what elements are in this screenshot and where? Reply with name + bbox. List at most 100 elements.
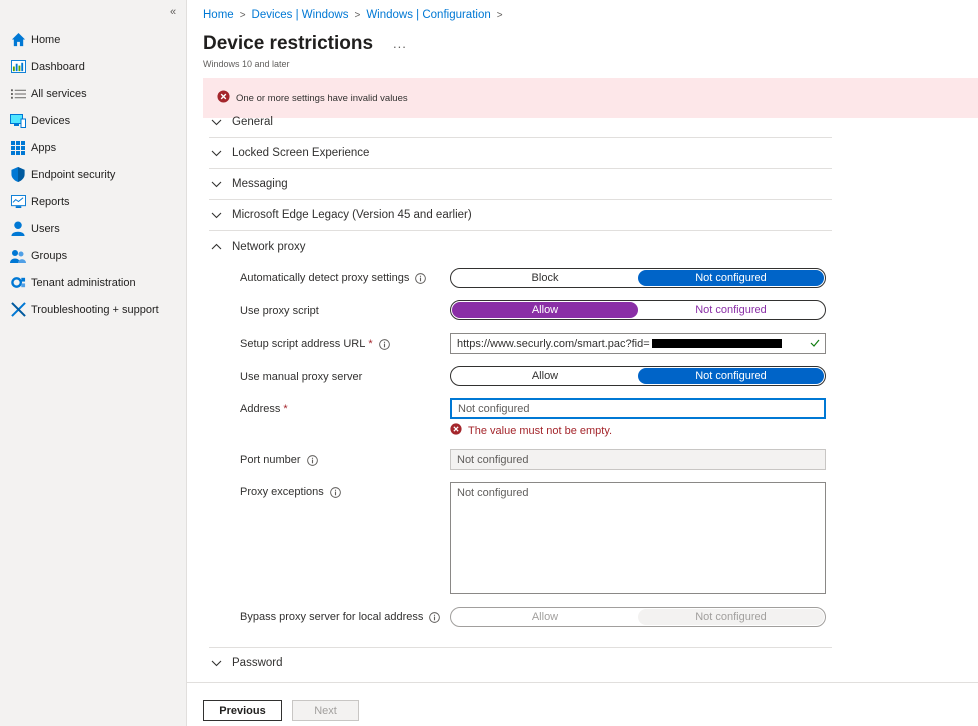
chevron-up-icon [209, 243, 223, 250]
sidebar-item-dashboard[interactable]: Dashboard [0, 53, 187, 80]
page-subtitle: Windows 10 and later [203, 59, 290, 69]
section-label: Microsoft Edge Legacy (Version 45 and ea… [232, 209, 472, 221]
sidebar-item-devices[interactable]: Devices [0, 107, 187, 134]
use-proxy-script-toggle[interactable]: Allow Not configured [450, 300, 826, 320]
section-general[interactable]: General [209, 107, 832, 138]
sidebar-nav: Home Dashboard All services Devices Apps [0, 26, 187, 323]
sidebar-item-tenant-administration[interactable]: Tenant administration [0, 269, 187, 296]
manual-proxy-allow-option[interactable]: Allow [452, 368, 638, 384]
auto-detect-block-option[interactable]: Block [452, 270, 638, 286]
breadcrumb-windows-configuration[interactable]: Windows | Configuration [366, 9, 490, 21]
auto-detect-toggle[interactable]: Block Not configured [450, 268, 826, 288]
wrench-icon [10, 302, 26, 318]
section-locked-screen[interactable]: Locked Screen Experience [209, 138, 832, 169]
previous-button[interactable]: Previous [203, 700, 282, 721]
exceptions-label-text: Proxy exceptions [240, 486, 324, 498]
sidebar-item-home[interactable]: Home [0, 26, 187, 53]
section-messaging[interactable]: Messaging [209, 169, 832, 200]
script-url-label: Setup script address URL * [240, 334, 390, 354]
exceptions-textarea[interactable]: Not configured [450, 482, 826, 594]
section-label: Messaging [232, 178, 288, 190]
apps-icon [10, 140, 26, 156]
port-input[interactable]: Not configured [450, 449, 826, 470]
exceptions-placeholder: Not configured [457, 487, 529, 499]
info-icon[interactable] [378, 338, 390, 350]
more-options-button[interactable]: ... [393, 36, 407, 51]
script-url-label-text: Setup script address URL [240, 338, 366, 350]
auto-detect-not-configured-option[interactable]: Not configured [638, 270, 824, 286]
sidebar-item-users[interactable]: Users [0, 215, 187, 242]
info-icon[interactable] [429, 611, 441, 623]
manual-proxy-label-text: Use manual proxy server [240, 371, 363, 383]
section-password[interactable]: Password [209, 647, 832, 678]
tenant-icon [10, 275, 26, 291]
chevron-down-icon [209, 212, 223, 219]
next-button[interactable]: Next [292, 700, 359, 721]
user-icon [10, 221, 26, 237]
use-proxy-script-allow-option[interactable]: Allow [452, 302, 638, 318]
checkmark-icon [810, 338, 820, 350]
sidebar-item-label: Devices [31, 114, 71, 127]
section-network-proxy[interactable]: Network proxy [209, 231, 832, 262]
manual-proxy-not-configured-option[interactable]: Not configured [638, 368, 824, 384]
footer: Previous Next [187, 682, 978, 726]
sidebar-item-label: Tenant administration [31, 276, 136, 289]
bypass-label: Bypass proxy server for local address [240, 607, 441, 627]
bypass-label-text: Bypass proxy server for local address [240, 611, 424, 623]
info-icon[interactable] [415, 272, 427, 284]
page-title: Device restrictions [203, 33, 374, 54]
sidebar-item-endpoint-security[interactable]: Endpoint security [0, 161, 187, 188]
address-input[interactable]: Not configured [450, 398, 826, 419]
info-icon[interactable] [306, 454, 318, 466]
auto-detect-label-text: Automatically detect proxy settings [240, 272, 410, 284]
sidebar-item-label: Users [31, 222, 60, 235]
sidebar-item-label: All services [31, 87, 87, 100]
port-placeholder: Not configured [457, 453, 529, 466]
section-edge-legacy[interactable]: Microsoft Edge Legacy (Version 45 and ea… [209, 200, 832, 231]
sidebar-item-label: Home [31, 33, 61, 46]
address-placeholder: Not configured [458, 402, 530, 415]
section-label: Network proxy [232, 240, 306, 253]
info-icon[interactable] [329, 486, 341, 498]
script-url-input[interactable]: https://www.securly.com/smart.pac?fid= [450, 333, 826, 354]
sidebar-item-label: Endpoint security [31, 168, 116, 181]
port-label-text: Port number [240, 454, 301, 466]
error-icon [450, 423, 462, 438]
dashboard-icon [10, 59, 26, 75]
chevron-down-icon [209, 150, 223, 157]
sidebar-item-reports[interactable]: Reports [0, 188, 187, 215]
use-proxy-script-not-configured-option[interactable]: Not configured [638, 302, 824, 318]
breadcrumb-home[interactable]: Home [203, 9, 234, 21]
sidebar-item-apps[interactable]: Apps [0, 134, 187, 161]
address-label: Address * [240, 399, 288, 419]
list-icon [10, 86, 26, 102]
error-icon [217, 90, 230, 106]
exceptions-label: Proxy exceptions [240, 482, 341, 502]
sidebar-item-troubleshooting[interactable]: Troubleshooting + support [0, 296, 187, 323]
groups-icon [10, 248, 26, 264]
breadcrumb: Home > Devices | Windows > Windows | Con… [203, 9, 509, 21]
shield-icon [10, 167, 26, 183]
sidebar-item-label: Dashboard [31, 60, 85, 73]
collapse-sidebar-button[interactable]: « [170, 6, 176, 18]
sidebar-item-groups[interactable]: Groups [0, 242, 187, 269]
use-proxy-script-label-text: Use proxy script [240, 305, 319, 317]
script-url-value: https://www.securly.com/smart.pac?fid= [457, 337, 650, 350]
chevron-down-icon [209, 660, 223, 667]
breadcrumb-devices-windows[interactable]: Devices | Windows [252, 9, 349, 21]
manual-proxy-toggle[interactable]: Allow Not configured [450, 366, 826, 386]
bypass-allow-option[interactable]: Allow [452, 609, 638, 625]
address-error: The value must not be empty. [450, 423, 612, 438]
chevron-right-icon: > [354, 9, 361, 21]
section-label: Password [232, 657, 283, 669]
chevron-down-icon [209, 181, 223, 188]
address-error-message: The value must not be empty. [468, 424, 613, 437]
required-marker: * [368, 338, 373, 350]
sidebar: « Home Dashboard All services Devices Ap… [0, 0, 187, 726]
address-label-text: Address [240, 403, 281, 415]
sidebar-item-all-services[interactable]: All services [0, 80, 187, 107]
manual-proxy-label: Use manual proxy server [240, 367, 362, 387]
bypass-not-configured-option[interactable]: Not configured [638, 609, 824, 625]
chevron-right-icon: > [239, 9, 246, 21]
bypass-toggle[interactable]: Allow Not configured [450, 607, 826, 627]
